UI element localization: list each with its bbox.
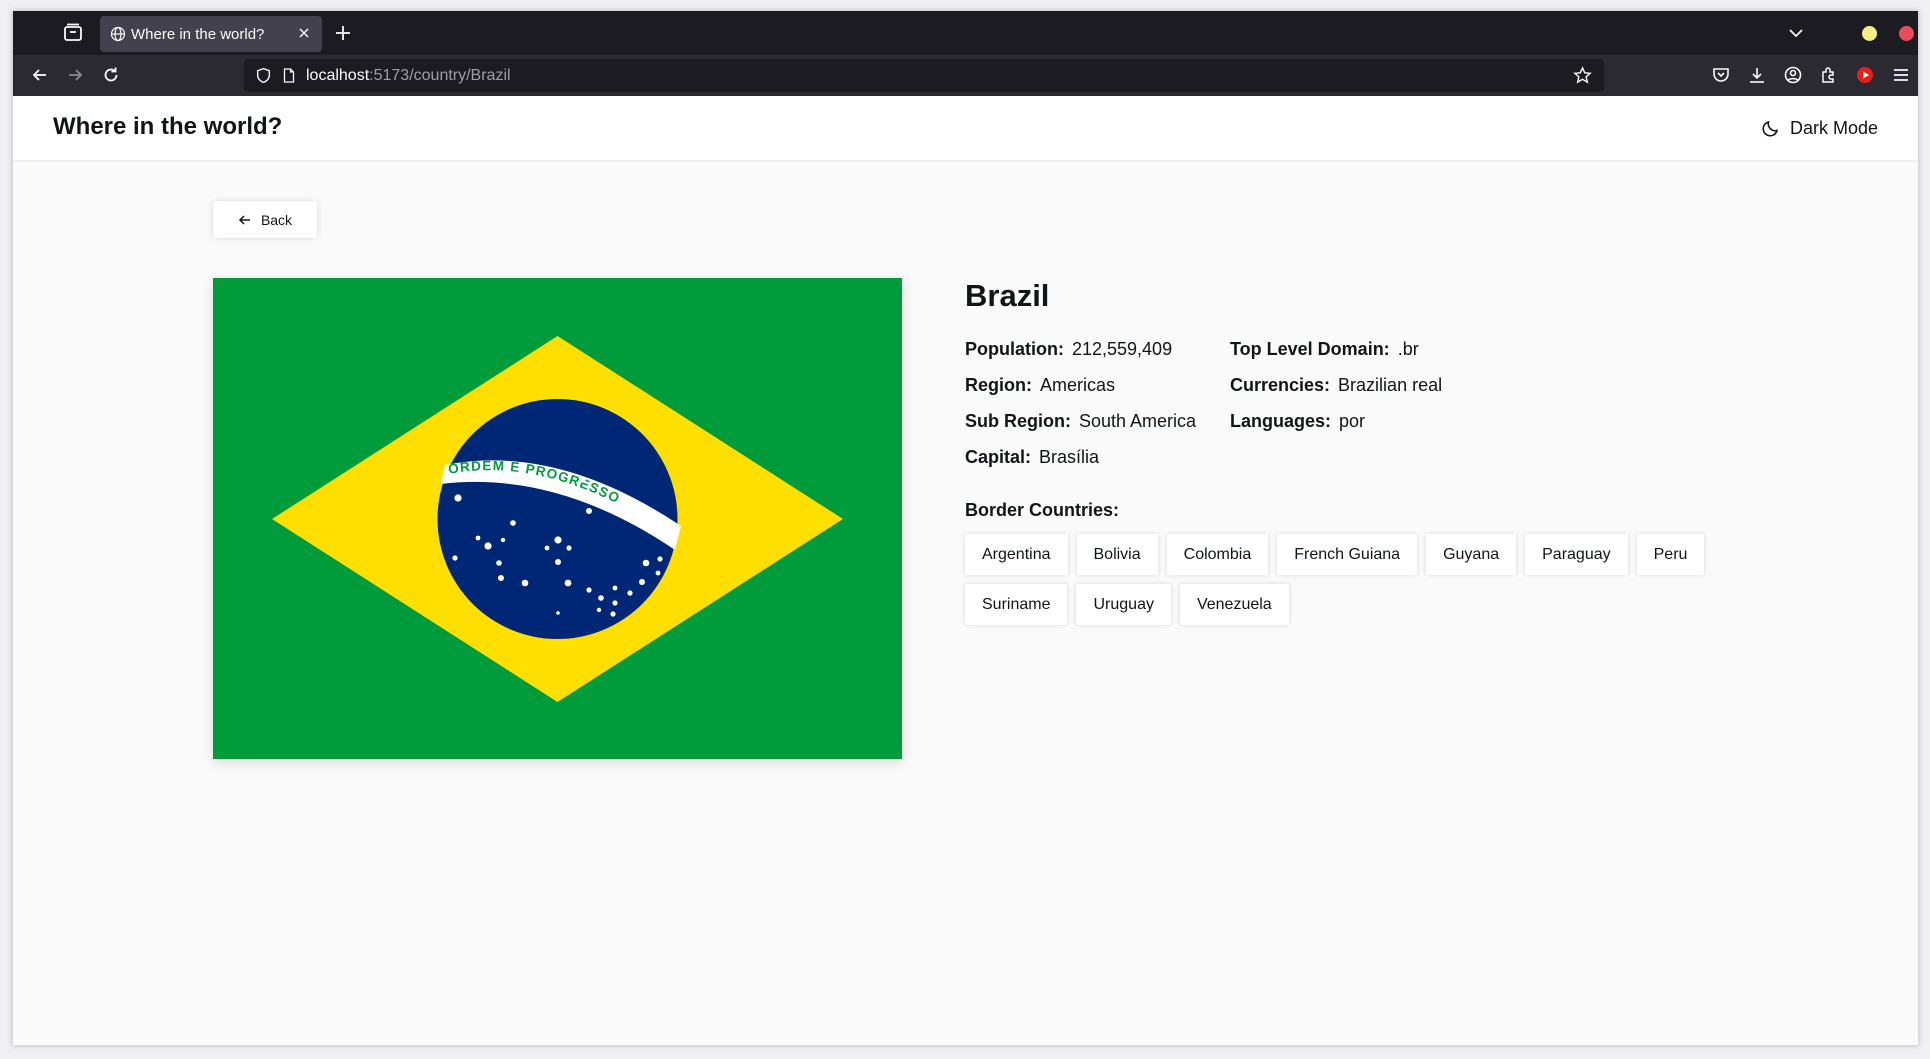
population-row: Population: 212,559,409 xyxy=(965,339,1172,360)
border-country-button[interactable]: Bolivia xyxy=(1076,534,1158,575)
url-host: localhost xyxy=(306,67,370,84)
chevron-down-icon[interactable] xyxy=(1786,23,1806,43)
url-path: :5173/country/Brazil xyxy=(369,67,511,84)
back-arrow-icon[interactable] xyxy=(30,65,50,85)
menu-icon[interactable] xyxy=(1891,65,1911,85)
border-country-button[interactable]: Venezuela xyxy=(1179,584,1289,625)
sub-region-value: South America xyxy=(1079,411,1197,431)
arrow-left-icon xyxy=(238,214,250,225)
sub-region-row: Sub Region: South America xyxy=(965,411,1196,432)
languages-value: por xyxy=(1339,411,1366,431)
dark-mode-label: Dark Mode xyxy=(1790,117,1879,138)
back-label: Back xyxy=(260,211,293,228)
border-countries-list: Argentina Bolivia Colombia French Guiana… xyxy=(965,534,1725,625)
border-country-button[interactable]: Guyana xyxy=(1426,534,1517,575)
page-icon[interactable] xyxy=(281,67,297,84)
country-flag-image: ORDEM E PROGRESSO xyxy=(213,278,902,759)
region-value: Americas xyxy=(1040,375,1116,395)
border-country-button[interactable]: Suriname xyxy=(965,584,1068,625)
border-countries-label: Border Countries: xyxy=(965,500,1120,520)
pocket-icon[interactable] xyxy=(1711,65,1731,85)
globe-icon xyxy=(110,26,126,42)
site-header: Where in the world? Dark Mode xyxy=(13,96,1918,160)
browser-window: Where in the world? localhost:5173/count… xyxy=(13,11,1918,1045)
capital-label: Capital: xyxy=(965,447,1032,467)
population-label: Population: xyxy=(965,339,1064,359)
tab-overview-icon[interactable] xyxy=(61,21,85,45)
border-country-button[interactable]: Peru xyxy=(1636,534,1705,575)
currencies-row: Currencies: Brazilian real xyxy=(1230,375,1442,396)
close-tab-icon[interactable] xyxy=(296,25,312,41)
youtube-extension-icon[interactable] xyxy=(1855,65,1875,85)
browser-tab[interactable]: Where in the world? xyxy=(100,16,322,52)
capital-row: Capital: Brasília xyxy=(965,447,1099,468)
reload-icon[interactable] xyxy=(101,65,121,85)
border-country-button[interactable]: Uruguay xyxy=(1076,584,1171,625)
download-icon[interactable] xyxy=(1747,65,1767,85)
country-name: Brazil xyxy=(965,278,1050,313)
shield-icon[interactable] xyxy=(255,67,272,84)
url-text[interactable]: localhost:5173/country/Brazil xyxy=(306,67,511,85)
top-level-domain-label: Top Level Domain: xyxy=(1230,339,1390,359)
languages-label: Languages: xyxy=(1230,411,1332,431)
new-tab-icon[interactable] xyxy=(333,23,353,43)
web-page: Where in the world? Dark Mode Back ORDEM… xyxy=(13,96,1918,1045)
border-country-button[interactable]: Paraguay xyxy=(1525,534,1628,575)
tab-strip: Where in the world? xyxy=(13,11,1918,55)
population-value: 212,559,409 xyxy=(1071,339,1173,359)
address-bar[interactable]: localhost:5173/country/Brazil xyxy=(244,59,1604,92)
top-level-domain-row: Top Level Domain: .br xyxy=(1230,339,1419,360)
bookmark-star-icon[interactable] xyxy=(1573,66,1592,85)
site-title[interactable]: Where in the world? xyxy=(53,113,282,141)
dark-mode-toggle[interactable]: Dark Mode xyxy=(1761,116,1878,140)
extensions-icon[interactable] xyxy=(1819,65,1839,85)
sub-region-label: Sub Region: xyxy=(965,411,1071,431)
tab-title: Where in the world? xyxy=(131,26,265,43)
forward-arrow-icon[interactable] xyxy=(65,65,85,85)
moon-icon xyxy=(1762,120,1779,137)
top-level-domain-value: .br xyxy=(1397,339,1419,359)
minimize-window-button[interactable] xyxy=(1862,26,1877,41)
capital-value: Brasília xyxy=(1039,447,1100,467)
currencies-value: Brazilian real xyxy=(1338,375,1443,395)
border-country-button[interactable]: Argentina xyxy=(965,534,1068,575)
region-label: Region: xyxy=(965,375,1032,395)
account-icon[interactable] xyxy=(1783,65,1803,85)
border-country-button[interactable]: Colombia xyxy=(1166,534,1269,575)
close-window-button[interactable] xyxy=(1899,26,1914,41)
border-country-button[interactable]: French Guiana xyxy=(1277,534,1418,575)
currencies-label: Currencies: xyxy=(1230,375,1331,395)
region-row: Region: Americas xyxy=(965,375,1115,396)
languages-row: Languages: por xyxy=(1230,411,1365,432)
back-button[interactable]: Back xyxy=(213,201,317,238)
navigation-bar: localhost:5173/country/Brazil xyxy=(13,55,1918,96)
